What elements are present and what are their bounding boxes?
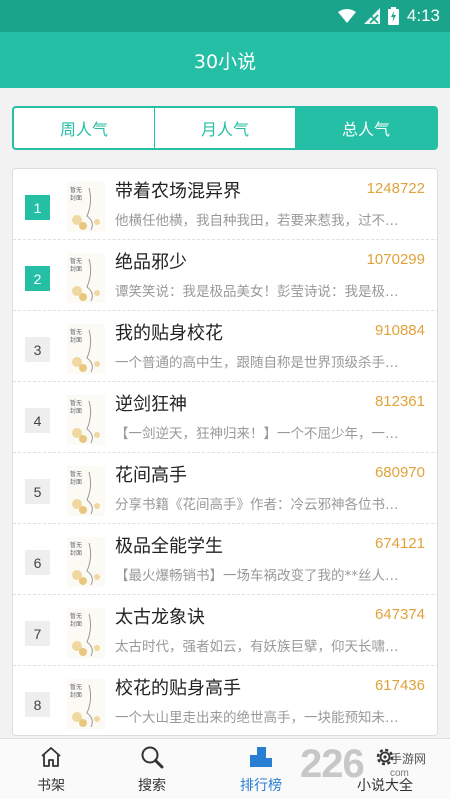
popularity-count: 674121 (374, 535, 425, 552)
popularity-count: 680970 (374, 464, 425, 481)
popularity-count: 1070299 (366, 251, 425, 268)
svg-text:封面: 封面 (70, 478, 82, 486)
popularity-count: 647374 (374, 606, 425, 623)
book-description: 他横任他横，我自种我田，若要来惹我，过不… (115, 213, 399, 229)
list-item[interactable]: 3 暂无 封面 我的贴身校花 910884 一个普通的高中生，跟随自称是世界顶级杀… (13, 311, 437, 382)
tab-total[interactable]: 总人气 (296, 108, 436, 148)
book-description: 一个普通的高中生，跟随自称是世界顶级杀手… (115, 355, 399, 371)
rank-badge: 7 (25, 621, 50, 646)
rank-badge: 3 (25, 337, 50, 362)
svg-text:暂无: 暂无 (70, 328, 82, 336)
book-description: 一个大山里走出来的绝世高手，一块能预知未… (115, 710, 399, 726)
ranking-tabs: 周人气 月人气 总人气 (12, 106, 438, 150)
book-title: 太古龙象诀 (115, 607, 205, 628)
book-cover: 暂无 封面 (67, 679, 105, 729)
book-title: 校花的贴身高手 (115, 678, 241, 699)
svg-text:封面: 封面 (70, 336, 82, 344)
list-item[interactable]: 1 暂无 封面 带着农场混异界 1248722 他横任他横，我自种我田，若要来惹我… (13, 169, 437, 240)
book-description: 【最火爆畅销书】一场车祸改变了我的**丝人… (115, 568, 399, 584)
rank-badge: 2 (25, 266, 50, 291)
svg-text:封面: 封面 (70, 194, 82, 202)
book-title: 带着农场混异界 (115, 181, 241, 202)
book-title: 绝品邪少 (115, 252, 187, 273)
book-description: 分享书籍《花间高手》作者：冷云邪神各位书… (115, 497, 399, 513)
book-title: 我的贴身校花 (115, 323, 223, 344)
battery-icon (387, 7, 399, 25)
ranking-icon (249, 745, 273, 769)
popularity-count: 617436 (374, 677, 425, 694)
nav-search[interactable]: 搜索 (112, 739, 192, 799)
tab-monthly[interactable]: 月人气 (155, 108, 296, 148)
list-item[interactable]: 8 暂无 封面 校花的贴身高手 617436 一个大山里走出来的绝世高手，一块能预… (13, 666, 437, 735)
popularity-count: 1248722 (366, 180, 425, 197)
nav-label: 搜索 (138, 778, 166, 794)
svg-text:暂无: 暂无 (70, 612, 82, 620)
nav-ranking[interactable]: 排行榜 (221, 739, 301, 799)
book-cover: 暂无 封面 (67, 608, 105, 658)
status-time: 4:13 (406, 6, 440, 25)
rank-badge: 4 (25, 408, 50, 433)
rank-badge: 5 (25, 479, 50, 504)
book-cover: 暂无 封面 (67, 253, 105, 303)
svg-text:封面: 封面 (70, 265, 82, 273)
rank-badge: 1 (25, 195, 50, 220)
book-cover: 暂无 封面 (67, 466, 105, 516)
list-item[interactable]: 4 暂无 封面 逆剑狂神 812361 【一剑逆天，狂神归来！】一个不屈少年，一… (13, 382, 437, 453)
svg-text:暂无: 暂无 (70, 541, 82, 549)
watermark-logo: 226 手游网 com (300, 740, 450, 794)
watermark-text: 手游网 (390, 752, 427, 766)
svg-text:封面: 封面 (70, 691, 82, 699)
app-title: 30小说 (0, 32, 450, 88)
book-cover: 暂无 封面 (67, 395, 105, 445)
popularity-count: 812361 (374, 393, 425, 410)
book-list: 1 暂无 封面 带着农场混异界 1248722 他横任他横，我自种我田，若要来惹我… (12, 168, 438, 736)
home-icon (39, 745, 63, 769)
nav-label: 排行榜 (240, 778, 282, 794)
book-cover: 暂无 封面 (67, 537, 105, 587)
status-bar: 4:13 (0, 0, 450, 32)
popularity-count: 910884 (374, 322, 425, 339)
svg-text:暂无: 暂无 (70, 399, 82, 407)
rank-badge: 8 (25, 692, 50, 717)
book-description: 太古时代，强者如云，有妖族巨擘，仰天长啸… (115, 639, 399, 655)
book-title: 花间高手 (115, 465, 187, 486)
wifi-icon (337, 9, 356, 23)
book-cover: 暂无 封面 (67, 324, 105, 374)
list-item[interactable]: 2 暂无 封面 绝品邪少 1070299 谭笑笑说：我是极品美女！彭莹诗说：我是极… (13, 240, 437, 311)
svg-text:暂无: 暂无 (70, 257, 82, 265)
svg-text:封面: 封面 (70, 407, 82, 415)
book-cover: 暂无 封面 (67, 182, 105, 232)
svg-text:暂无: 暂无 (70, 470, 82, 478)
book-description: 【一剑逆天，狂神归来！】一个不屈少年，一… (115, 426, 399, 442)
watermark-number: 226 (300, 742, 365, 786)
book-description: 谭笑笑说：我是极品美女！彭莹诗说：我是极… (115, 284, 399, 300)
nav-label: 书架 (37, 778, 65, 794)
svg-text:暂无: 暂无 (70, 683, 82, 691)
book-title: 极品全能学生 (115, 536, 223, 557)
list-item[interactable]: 6 暂无 封面 极品全能学生 674121 【最火爆畅销书】一场车祸改变了我的**… (13, 524, 437, 595)
list-item[interactable]: 7 暂无 封面 太古龙象诀 647374 太古时代，强者如云，有妖族巨擘，仰天长啸… (13, 595, 437, 666)
signal-icon (363, 8, 380, 24)
svg-text:封面: 封面 (70, 549, 82, 557)
list-item[interactable]: 5 暂无 封面 花间高手 680970 分享书籍《花间高手》作者：冷云邪神各位书… (13, 453, 437, 524)
tab-weekly[interactable]: 周人气 (14, 108, 155, 148)
watermark-url: com (390, 768, 409, 779)
search-icon (140, 745, 164, 769)
svg-text:封面: 封面 (70, 620, 82, 628)
nav-bookshelf[interactable]: 书架 (11, 739, 91, 799)
svg-text:暂无: 暂无 (70, 186, 82, 194)
rank-badge: 6 (25, 550, 50, 575)
book-title: 逆剑狂神 (115, 394, 187, 415)
